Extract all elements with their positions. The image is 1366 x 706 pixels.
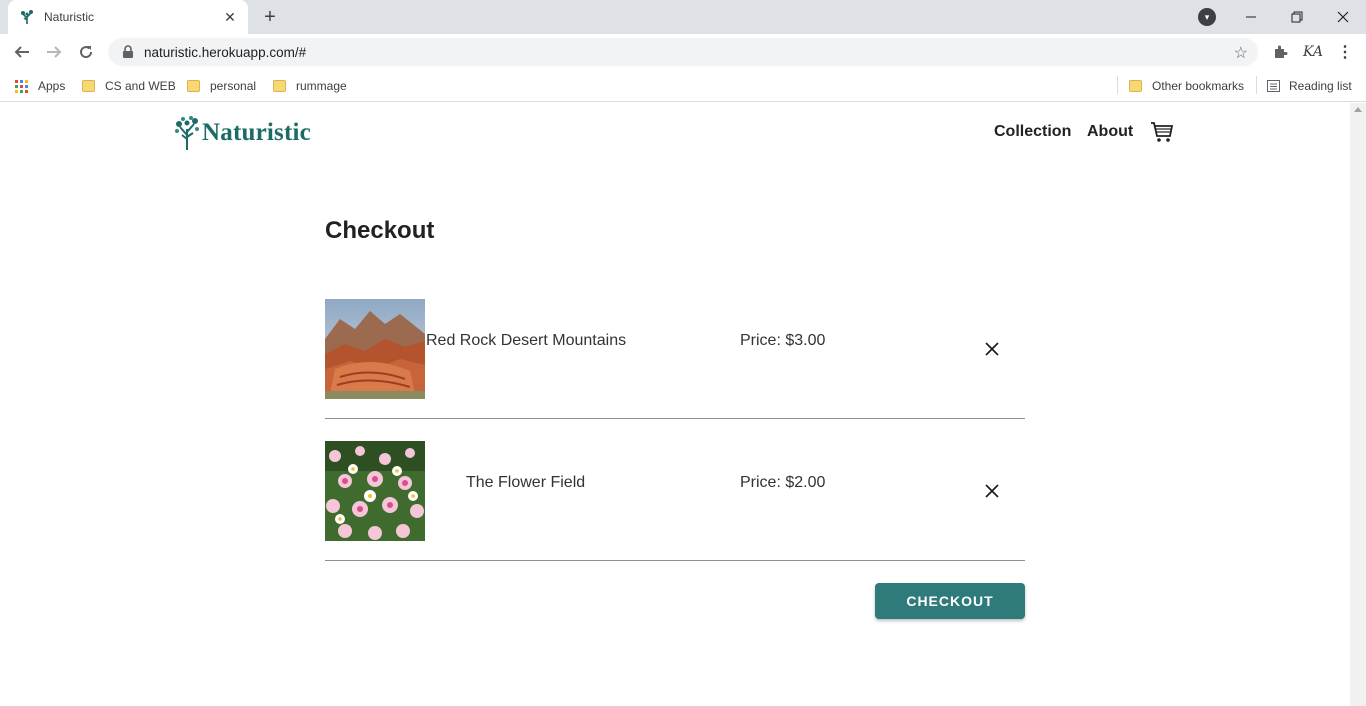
bookmark-cs-and-web[interactable]: CS and WEB [82,77,176,95]
folder-icon [273,80,286,92]
bookmark-apps[interactable]: Apps [15,77,65,95]
cart-item: The Flower Field Price: $2.00 [325,441,1025,561]
tab-title: Naturistic [44,10,95,24]
folder-icon [187,80,200,92]
window-close-icon[interactable] [1320,0,1366,34]
browser-menu-icon[interactable]: ⋮ [1333,40,1357,64]
bookmark-label: rummage [296,79,347,93]
url-text: naturistic.herokuapp.com/# [144,44,307,60]
tab-search-icon[interactable]: ▾ [1198,8,1216,26]
new-tab-icon[interactable]: + [258,6,282,28]
minimize-icon[interactable] [1228,0,1274,34]
close-tab-icon[interactable]: ✕ [222,9,238,26]
browser-tab[interactable]: Naturistic ✕ [8,0,248,34]
bookmark-other[interactable]: Other bookmarks [1129,77,1244,95]
bookmark-divider [1117,76,1118,94]
apps-grid-icon [15,79,28,93]
item-name: Red Rock Desert Mountains [426,332,627,349]
folder-icon [1129,80,1142,92]
remove-item-icon[interactable] [980,479,1004,503]
reading-list-icon [1267,80,1280,92]
remove-item-icon[interactable] [980,337,1004,361]
tree-favicon-icon [18,8,36,26]
logo-wordmark: Naturistic [202,119,311,146]
bookmark-rummage[interactable]: rummage [273,77,347,95]
red-rock-mountains-image [325,299,425,399]
bookmark-personal[interactable]: personal [187,77,256,95]
tree-logo-icon [174,115,200,151]
reading-list-label: Reading list [1289,79,1352,93]
bookmark-divider [1256,76,1257,94]
shopping-cart-icon[interactable] [1150,121,1174,143]
item-price: Price: $2.00 [740,474,826,491]
bookmark-label: Apps [38,79,66,93]
flower-field-image [325,441,425,541]
reading-list[interactable]: Reading list [1267,77,1352,95]
back-arrow-icon[interactable] [9,39,35,65]
bookmark-star-icon[interactable]: ☆ [1234,43,1248,63]
address-bar[interactable]: naturistic.herokuapp.com/# ☆ [108,38,1258,66]
cart-item: Red Rock Desert Mountains Price: $3.00 [325,299,1025,419]
lock-icon [122,45,136,59]
extensions-puzzle-icon[interactable] [1268,40,1292,64]
tab-strip: Naturistic ✕ + ▾ [0,0,1366,34]
page-scrollbar[interactable] [1350,103,1366,706]
page: Naturistic Collection About Checkout Red… [0,103,1350,706]
checkout-button[interactable]: CHECKOUT [875,583,1025,619]
item-name: The Flower Field [466,474,586,491]
restore-icon[interactable] [1274,0,1320,34]
nav-about-link[interactable]: About [1087,123,1133,141]
bookmark-label: CS and WEB [105,79,176,93]
bookmark-label: Other bookmarks [1152,79,1245,93]
reload-icon[interactable] [73,39,99,65]
profile-avatar[interactable]: KA [1301,40,1325,64]
scroll-up-arrow-icon[interactable] [1354,107,1362,112]
folder-icon [82,80,95,92]
item-price: Price: $3.00 [740,332,826,349]
bookmark-label: personal [210,79,257,93]
page-title: Checkout [325,217,435,244]
site-logo[interactable]: Naturistic [174,113,311,153]
nav-collection-link[interactable]: Collection [994,123,1071,141]
forward-arrow-icon[interactable] [41,39,67,65]
